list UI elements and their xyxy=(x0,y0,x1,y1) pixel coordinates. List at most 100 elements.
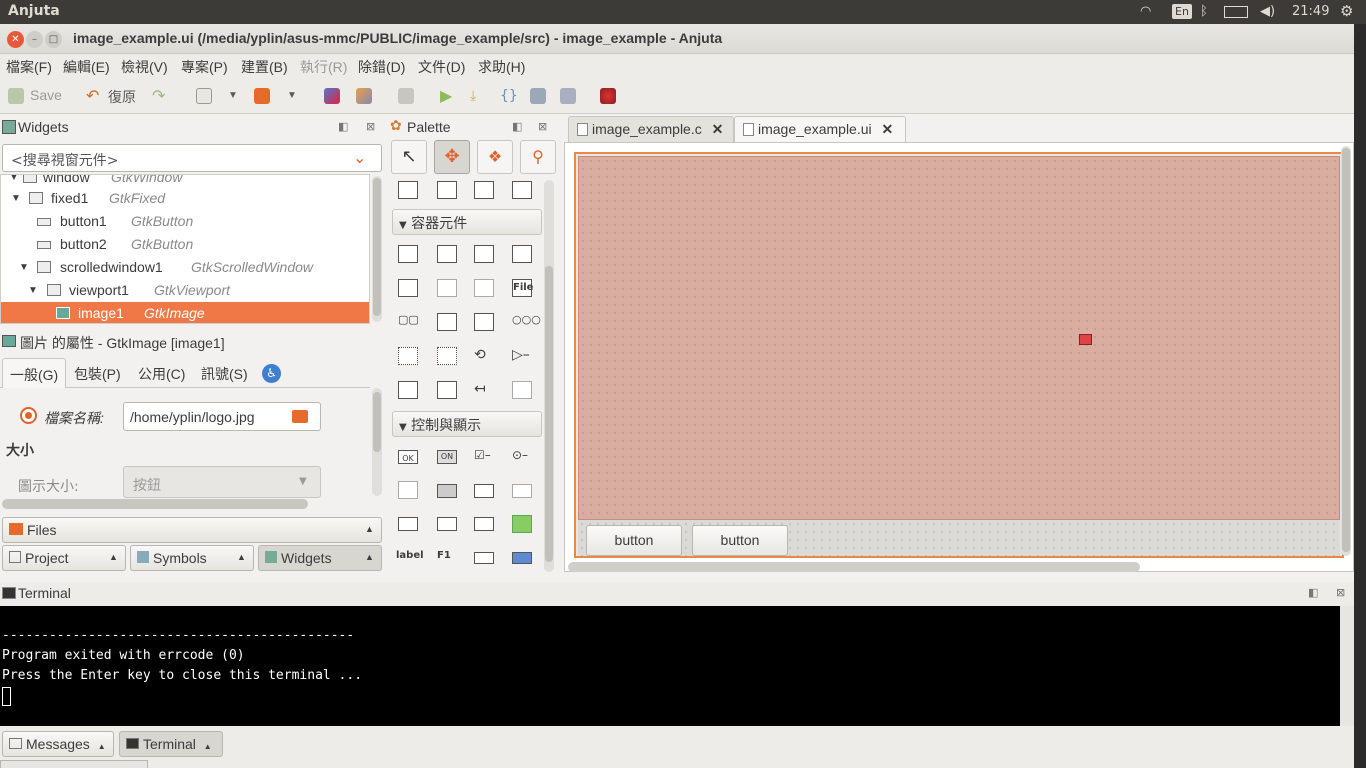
viewport-widget-icon[interactable] xyxy=(437,347,457,365)
minimize-icon[interactable]: – xyxy=(26,31,43,48)
containers-section[interactable]: ▼ 容器元件 xyxy=(392,209,542,235)
hpaned-widget-icon[interactable] xyxy=(474,313,494,331)
fixed-widget-icon[interactable] xyxy=(398,279,418,297)
folder-icon[interactable] xyxy=(292,410,308,423)
handle-box-icon[interactable] xyxy=(512,381,532,399)
step-into-icon[interactable]: ⤓ xyxy=(470,88,486,104)
terminal-output[interactable]: ----------------------------------------… xyxy=(0,606,1340,726)
menu-run[interactable]: 執行(R) xyxy=(300,57,347,77)
label-widget-icon[interactable]: label xyxy=(396,550,424,568)
chevron-up-icon[interactable]: ▲ xyxy=(109,552,118,562)
selector-tool[interactable]: ↖ xyxy=(391,140,427,174)
keyboard-indicator[interactable]: En xyxy=(1172,4,1192,19)
close-tab-icon[interactable]: ✕ xyxy=(882,121,894,137)
design-button1[interactable]: button xyxy=(586,525,682,556)
combo-entry-icon[interactable] xyxy=(512,484,532,498)
configure-icon[interactable] xyxy=(398,88,414,104)
revert-button[interactable]: 復原 xyxy=(108,87,136,107)
terminal-tab[interactable]: Terminal ▲ xyxy=(119,731,223,757)
menu-view[interactable]: 檢視(V) xyxy=(121,57,168,77)
toggle-button-icon[interactable]: ON xyxy=(437,450,457,464)
symbols-tab[interactable]: Symbols ▲ xyxy=(130,545,254,571)
image-widget-area[interactable] xyxy=(578,156,1340,520)
statusbar-widget-icon[interactable]: ○○○ xyxy=(512,313,541,331)
chevron-up-icon[interactable]: ▲ xyxy=(365,524,374,534)
tree-row[interactable]: ▼ viewport1 GtkViewport xyxy=(1,279,369,302)
tab-image-example-c[interactable]: image_example.c ✕ xyxy=(568,116,734,143)
design-button2[interactable]: button xyxy=(692,525,788,556)
notebook-widget-icon[interactable] xyxy=(474,245,494,263)
palette-scrollbar[interactable] xyxy=(544,180,554,572)
tab-packing[interactable]: 包裝(P) xyxy=(67,358,128,388)
about-dialog-icon[interactable] xyxy=(474,181,494,199)
toolbar-widget-icon[interactable] xyxy=(437,313,457,331)
expander-icon[interactable]: ▼ xyxy=(399,220,407,231)
expander-icon[interactable]: ▼ xyxy=(9,175,19,183)
filename-radio[interactable] xyxy=(20,407,37,424)
undock-icon[interactable]: ◧ xyxy=(1308,586,1318,599)
grid-widget-icon[interactable] xyxy=(437,245,457,263)
files-tab[interactable]: Files ▲ xyxy=(2,517,382,543)
canvas-vscrollbar[interactable] xyxy=(1341,146,1351,556)
filename-field[interactable]: /home/yplin/logo.jpg xyxy=(123,402,321,431)
tab-signals[interactable]: 訊號(S) xyxy=(194,358,255,388)
accel-label-icon[interactable]: F1 xyxy=(437,550,457,568)
expander-icon[interactable]: ▼ xyxy=(19,262,29,273)
bluetooth-icon[interactable]: ᛒ xyxy=(1200,4,1208,19)
tab-image-example-ui[interactable]: image_example.ui ✕ xyxy=(734,116,906,143)
expander-icon[interactable]: ▼ xyxy=(399,422,407,433)
radio-button-icon[interactable]: ⊙– xyxy=(512,448,532,466)
alignment-widget-icon[interactable]: ▷– xyxy=(512,347,532,365)
terminal-scrollbar[interactable] xyxy=(1340,606,1354,726)
frame-widget-icon[interactable] xyxy=(512,245,532,263)
gear-icon[interactable]: ⚙ xyxy=(1340,2,1353,20)
accessibility-icon[interactable]: ♿ xyxy=(262,364,281,383)
menu-edit[interactable]: 編輯(E) xyxy=(63,57,110,77)
close-panel-icon[interactable]: ⊠ xyxy=(366,120,375,133)
close-panel-icon[interactable]: ⊠ xyxy=(538,120,547,133)
button-widget-icon[interactable]: OK xyxy=(398,450,418,464)
tree-row[interactable]: button2 GtkButton xyxy=(1,233,369,256)
widget-tool[interactable]: ❖ xyxy=(477,140,513,174)
dropdown-widget-icon[interactable] xyxy=(437,517,457,531)
expander-widget-icon[interactable] xyxy=(474,279,494,297)
drag-resize-tool[interactable]: ✥ xyxy=(434,140,470,174)
tab-general[interactable]: 一般(G) xyxy=(2,358,67,388)
project-tab[interactable]: Project ▲ xyxy=(2,545,126,571)
tab-common[interactable]: 公用(C) xyxy=(131,358,192,388)
properties-hscrollbar[interactable] xyxy=(2,499,308,509)
properties-scrollbar[interactable] xyxy=(372,388,382,496)
menu-project[interactable]: 專案(P) xyxy=(181,57,228,77)
step-out-icon[interactable] xyxy=(530,88,546,104)
link-button-icon[interactable] xyxy=(474,552,494,564)
continue-icon[interactable] xyxy=(560,88,576,104)
open-folder-icon[interactable] xyxy=(254,88,270,104)
tree-row[interactable]: button1 GtkButton xyxy=(1,210,369,233)
window-widget-icon[interactable] xyxy=(398,181,418,199)
combo-box-icon[interactable] xyxy=(398,517,418,531)
box-widget-icon[interactable] xyxy=(398,245,418,263)
tree-row[interactable]: ▼ scrolledwindow1 GtkScrolledWindow xyxy=(1,256,369,279)
dialog-widget-icon[interactable] xyxy=(437,181,457,199)
chevron-down-icon[interactable]: ⌄ xyxy=(353,148,366,167)
controls-section[interactable]: ▼ 控制與顯示 xyxy=(392,411,542,437)
maximize-icon[interactable]: □ xyxy=(45,31,62,48)
menu-help[interactable]: 求助(H) xyxy=(478,57,525,77)
widget-tree[interactable]: ▼ window GtkWindow ▼ fixed1 GtkFixed but… xyxy=(0,174,370,324)
undock-icon[interactable]: ◧ xyxy=(512,120,522,133)
icon-size-select[interactable]: 按鈕 ▼ xyxy=(123,466,321,498)
save-button[interactable]: Save xyxy=(30,87,62,103)
scrolled-window-icon[interactable] xyxy=(398,347,418,365)
expander-icon[interactable]: ▼ xyxy=(11,193,21,204)
chevron-up-icon[interactable]: ▲ xyxy=(98,742,106,751)
widgets-tab[interactable]: Widgets ▲ xyxy=(258,545,382,571)
chevron-up-icon[interactable]: ▲ xyxy=(365,552,374,562)
undock-icon[interactable]: ◧ xyxy=(338,120,348,133)
image-widget-icon[interactable] xyxy=(512,515,532,533)
font-button-icon[interactable] xyxy=(474,517,494,531)
chevron-up-icon[interactable]: ▲ xyxy=(237,552,246,562)
menu-documents[interactable]: 文件(D) xyxy=(418,57,465,77)
breakpoint-icon[interactable] xyxy=(600,88,616,104)
file-chooser-widget[interactable]: File xyxy=(512,279,533,297)
close-icon[interactable]: ✕ xyxy=(7,31,24,48)
